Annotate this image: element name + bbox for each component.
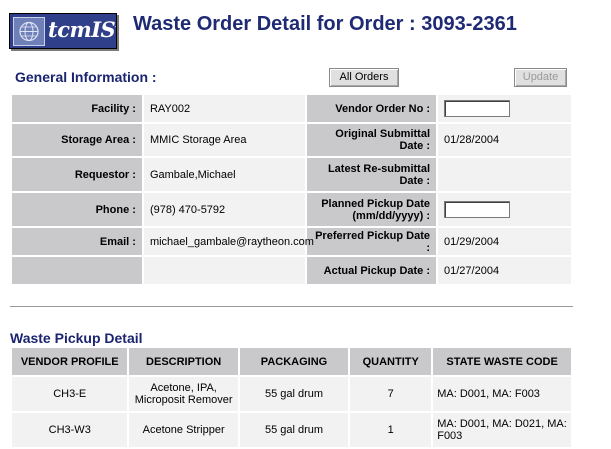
phone-value: (978) 470-5792	[143, 193, 306, 226]
column-header-quantity: QUANTITY	[350, 348, 432, 375]
column-header-vendor-profile: VENDOR PROFILE	[12, 348, 128, 375]
vendor-profile-cell: CH3-W3	[12, 413, 128, 447]
table-row: CH3-E Acetone, IPA, Microposit Remover 5…	[12, 377, 571, 411]
vendor-profile-cell: CH3-E	[12, 377, 128, 411]
waste-pickup-detail-heading: Waste Pickup Detail	[10, 330, 143, 346]
table-row: CH3-W3 Acetone Stripper 55 gal drum 1 MA…	[12, 413, 571, 447]
header: tcmISTM Waste Order Detail for Order : 3…	[0, 0, 611, 60]
general-information-heading: General Information :	[15, 69, 157, 85]
description-cell: Acetone, IPA, Microposit Remover	[129, 377, 238, 411]
column-header-state-waste-code: STATE WASTE CODE	[433, 348, 571, 375]
latest-resubmittal-date-label: Latest Re-submittal Date :	[307, 158, 437, 191]
update-button[interactable]: Update	[514, 68, 567, 87]
facility-label: Facility :	[12, 95, 142, 122]
original-submittal-date-value: 01/28/2004	[438, 124, 571, 156]
phone-label: Phone :	[12, 193, 142, 226]
planned-pickup-date-label: Planned Pickup Date (mm/dd/yyyy) :	[307, 193, 437, 226]
description-cell: Acetone Stripper	[129, 413, 238, 447]
vendor-order-no-cell	[438, 95, 571, 122]
quantity-cell: 7	[350, 377, 432, 411]
planned-pickup-date-cell	[438, 193, 571, 226]
logo-text: tcmISTM	[48, 16, 116, 44]
actual-pickup-row: Actual Pickup Date : 01/27/2004	[12, 257, 571, 284]
quantity-cell: 1	[350, 413, 432, 447]
column-header-packaging: PACKAGING	[239, 348, 349, 375]
waste-pickup-table: VENDOR PROFILE DESCRIPTION PACKAGING QUA…	[10, 346, 573, 449]
vendor-order-no-input[interactable]	[444, 100, 511, 117]
packaging-cell: 55 gal drum	[239, 377, 349, 411]
state-waste-code-cell: MA: D001, MA: F003	[433, 377, 571, 411]
facility-value: RAY002	[143, 95, 306, 122]
preferred-pickup-date-value: 01/29/2004	[438, 228, 571, 255]
actual-pickup-date-label: Actual Pickup Date :	[307, 257, 437, 284]
packaging-cell: 55 gal drum	[239, 413, 349, 447]
original-submittal-date-label: Original Submittal Date :	[307, 124, 437, 156]
state-waste-code-cell: MA: D001, MA: D021, MA: F003	[433, 413, 571, 447]
blank-label-cell	[12, 257, 142, 284]
storage-area-row: Storage Area : MMIC Storage Area Origina…	[12, 124, 571, 156]
requestor-label: Requestor :	[12, 158, 142, 191]
latest-resubmittal-date-value	[438, 158, 571, 191]
storage-area-value: MMIC Storage Area	[143, 124, 306, 156]
logo-trademark: TM	[115, 26, 116, 33]
page-title: Waste Order Detail for Order : 3093-2361	[133, 13, 517, 35]
general-information-table: Facility : RAY002 Vendor Order No : Stor…	[10, 93, 573, 286]
vendor-order-no-label: Vendor Order No :	[307, 95, 437, 122]
section-divider	[10, 306, 573, 308]
phone-row: Phone : (978) 470-5792 Planned Pickup Da…	[12, 193, 571, 226]
column-header-description: DESCRIPTION	[129, 348, 238, 375]
preferred-pickup-date-label: Preferred Pickup Date :	[307, 228, 437, 255]
logo-globe-icon	[13, 17, 45, 46]
requestor-row: Requestor : Gambale,Michael Latest Re-su…	[12, 158, 571, 191]
requestor-value: Gambale,Michael	[143, 158, 306, 191]
pickup-header-row: VENDOR PROFILE DESCRIPTION PACKAGING QUA…	[12, 348, 571, 375]
storage-area-label: Storage Area :	[12, 124, 142, 156]
planned-pickup-date-input[interactable]	[444, 201, 511, 218]
email-row: Email : michael_gambale@raytheon.com Pre…	[12, 228, 571, 255]
all-orders-button[interactable]: All Orders	[329, 68, 399, 87]
blank-value-cell	[143, 257, 306, 284]
email-label: Email :	[12, 228, 142, 255]
tcmis-logo[interactable]: tcmISTM	[9, 13, 117, 49]
facility-row: Facility : RAY002 Vendor Order No :	[12, 95, 571, 122]
email-value: michael_gambale@raytheon.com	[143, 228, 314, 255]
actual-pickup-date-value: 01/27/2004	[438, 257, 571, 284]
